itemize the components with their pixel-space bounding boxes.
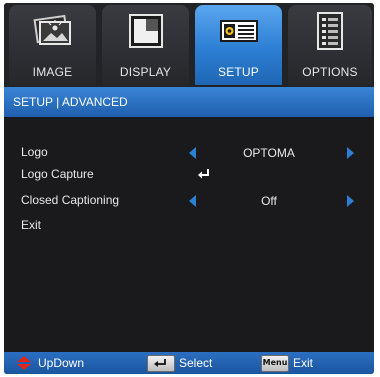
footer-hint-bar: UpDown Select Menu Exit (4, 352, 374, 374)
image-icon (33, 14, 71, 45)
tab-setup-label: SETUP (217, 65, 259, 79)
arrow-right-icon[interactable] (347, 195, 354, 207)
menu-key-icon: Menu (261, 355, 289, 372)
breadcrumb: SETUP | ADVANCED (4, 87, 374, 117)
breadcrumb-text: SETUP | ADVANCED (13, 95, 128, 109)
logo-capture-label: Logo Capture (21, 167, 94, 181)
arrow-left-icon[interactable] (189, 147, 196, 159)
osd-menu: IMAGE DISPLAY SETUP OPTIONS SETUP | ADVA… (4, 3, 374, 374)
closed-captioning-label: Closed Captioning (21, 193, 120, 207)
menu-list: Logo OPTOMA Logo Capture Closed Captioni… (4, 117, 374, 352)
menu-key-label: Menu (262, 358, 288, 367)
tab-display-label: DISPLAY (119, 65, 172, 79)
updown-arrow-icon (17, 356, 31, 370)
menu-item-logo[interactable]: Logo OPTOMA (4, 142, 374, 164)
hint-updown-text: UpDown (38, 356, 85, 370)
logo-label: Logo (21, 145, 48, 159)
menu-item-exit[interactable]: Exit (4, 215, 374, 237)
enter-icon[interactable] (196, 166, 212, 182)
menu-item-logo-capture[interactable]: Logo Capture (4, 164, 374, 186)
tab-options[interactable]: OPTIONS (288, 5, 372, 85)
hint-exit-text: Exit (293, 356, 314, 370)
hint-select-text: Select (179, 356, 213, 370)
tab-bar: IMAGE DISPLAY SETUP OPTIONS (4, 3, 374, 87)
logo-value: OPTOMA (243, 146, 295, 160)
arrow-right-icon[interactable] (347, 147, 354, 159)
projector-icon (220, 20, 258, 42)
closed-captioning-value: Off (261, 194, 277, 208)
menu-item-closed-captioning[interactable]: Closed Captioning Off (4, 190, 374, 212)
tab-options-label: OPTIONS (302, 65, 358, 79)
display-icon (129, 14, 163, 48)
arrow-left-icon[interactable] (189, 195, 196, 207)
options-list-icon (317, 12, 343, 50)
tab-display[interactable]: DISPLAY (102, 5, 189, 85)
enter-key-icon (147, 355, 175, 372)
tab-setup[interactable]: SETUP (195, 5, 282, 85)
tab-image-label: IMAGE (32, 65, 73, 79)
tab-image[interactable]: IMAGE (9, 5, 96, 85)
exit-label: Exit (21, 218, 42, 232)
